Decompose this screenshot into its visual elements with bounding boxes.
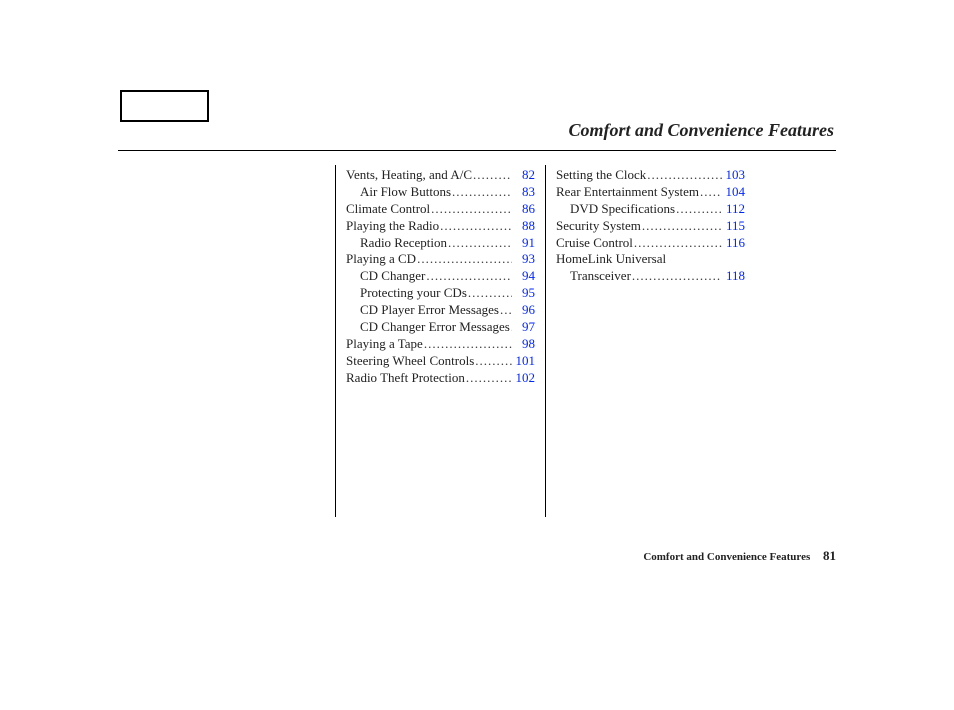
toc-entry: Air Flow Buttons 83 (346, 184, 535, 201)
toc-page-link[interactable]: 96 (513, 302, 535, 319)
toc-leader-dots (431, 201, 512, 218)
toc-page-link[interactable]: 98 (513, 336, 535, 353)
toc-column-right: Setting the Clock103Rear Entertainment S… (545, 165, 755, 517)
toc-page-link[interactable]: 115 (723, 218, 745, 235)
toc-label: DVD Specifications (570, 201, 675, 218)
toc-entry: DVD Specifications 112 (556, 201, 745, 218)
toc-entry: Cruise Control 116 (556, 235, 745, 252)
toc-page-link[interactable]: 91 (513, 235, 535, 252)
toc-entry: Radio Reception 91 (346, 235, 535, 252)
toc-label: Radio Reception (360, 235, 447, 252)
toc-page-link[interactable]: 95 (513, 285, 535, 302)
toc-entry: Rear Entertainment System 104 (556, 184, 745, 201)
toc-page-link[interactable]: 118 (723, 268, 745, 285)
toc-leader-dots (642, 218, 722, 235)
toc-leader-dots (440, 218, 512, 235)
toc-entry: Protecting your CDs 95 (346, 285, 535, 302)
toc-page-link[interactable]: 102 (513, 370, 535, 387)
toc-leader-dots (473, 167, 512, 184)
toc-page-link[interactable]: 103 (723, 167, 745, 184)
toc-entry: HomeLink Universal (556, 251, 745, 268)
toc-label: Security System (556, 218, 641, 235)
toc-label: Transceiver (570, 268, 631, 285)
toc-entry: CD Changer 94 (346, 268, 535, 285)
toc-label: Playing the Radio (346, 218, 439, 235)
toc-label: Cruise Control (556, 235, 633, 252)
toc-page-link[interactable]: 93 (513, 251, 535, 268)
toc-label: Playing a Tape (346, 336, 423, 353)
toc-entry: Transceiver 118 (556, 268, 745, 285)
toc-entry: Vents, Heating, and A/C 82 (346, 167, 535, 184)
toc-columns: Vents, Heating, and A/C82Air Flow Button… (335, 165, 755, 517)
toc-label: Vents, Heating, and A/C (346, 167, 472, 184)
toc-label: CD Changer Error Messages (360, 319, 510, 336)
toc-leader-dots (647, 167, 722, 184)
toc-entry: Playing the Radio 88 (346, 218, 535, 235)
toc-leader-dots (468, 285, 512, 302)
toc-leader-dots (475, 353, 512, 370)
toc-page-link[interactable]: 112 (723, 201, 745, 218)
toc-label: Protecting your CDs (360, 285, 467, 302)
toc-entry: Security System 115 (556, 218, 745, 235)
horizontal-rule (118, 150, 836, 151)
toc-leader-dots (676, 201, 722, 218)
toc-label: Steering Wheel Controls (346, 353, 474, 370)
toc-label: Rear Entertainment System (556, 184, 699, 201)
toc-label: HomeLink Universal (556, 251, 666, 266)
toc-leader-dots (511, 319, 512, 336)
toc-page-link[interactable]: 94 (513, 268, 535, 285)
toc-label: Air Flow Buttons (360, 184, 451, 201)
toc-entry: Setting the Clock 103 (556, 167, 745, 184)
toc-entry: CD Changer Error Messages97 (346, 319, 535, 336)
toc-leader-dots (448, 235, 512, 252)
toc-page-link[interactable]: 82 (513, 167, 535, 184)
footer-page-number: 81 (823, 548, 836, 563)
toc-leader-dots (500, 302, 512, 319)
toc-leader-dots (632, 268, 722, 285)
toc-page-link[interactable]: 101 (513, 353, 535, 370)
toc-entry: Radio Theft Protection 102 (346, 370, 535, 387)
toc-page-link[interactable]: 88 (513, 218, 535, 235)
toc-page-link[interactable]: 97 (513, 319, 535, 336)
toc-leader-dots (634, 235, 722, 252)
toc-label: CD Changer (360, 268, 425, 285)
page-footer: Comfort and Convenience Features 81 (643, 548, 836, 564)
logo-placeholder (120, 90, 209, 122)
toc-leader-dots (424, 336, 512, 353)
toc-label: Setting the Clock (556, 167, 646, 184)
toc-column-left: Vents, Heating, and A/C82Air Flow Button… (335, 165, 545, 517)
toc-leader-dots (417, 251, 512, 268)
toc-leader-dots (426, 268, 512, 285)
toc-label: Radio Theft Protection (346, 370, 465, 387)
toc-entry: Playing a Tape 98 (346, 336, 535, 353)
toc-page-link[interactable]: 104 (723, 184, 745, 201)
toc-leader-dots (700, 184, 722, 201)
toc-label: Playing a CD (346, 251, 416, 268)
toc-entry: Playing a CD 93 (346, 251, 535, 268)
section-title: Comfort and Convenience Features (568, 120, 834, 141)
toc-leader-dots (466, 370, 512, 387)
page: Comfort and Convenience Features Vents, … (0, 0, 954, 710)
toc-leader-dots (452, 184, 512, 201)
toc-entry: Climate Control 86 (346, 201, 535, 218)
toc-entry: Steering Wheel Controls 101 (346, 353, 535, 370)
toc-label: CD Player Error Messages (360, 302, 499, 319)
toc-entry: CD Player Error Messages 96 (346, 302, 535, 319)
toc-page-link[interactable]: 83 (513, 184, 535, 201)
toc-label: Climate Control (346, 201, 430, 218)
footer-label: Comfort and Convenience Features (643, 551, 810, 563)
toc-page-link[interactable]: 116 (723, 235, 745, 252)
toc-page-link[interactable]: 86 (513, 201, 535, 218)
